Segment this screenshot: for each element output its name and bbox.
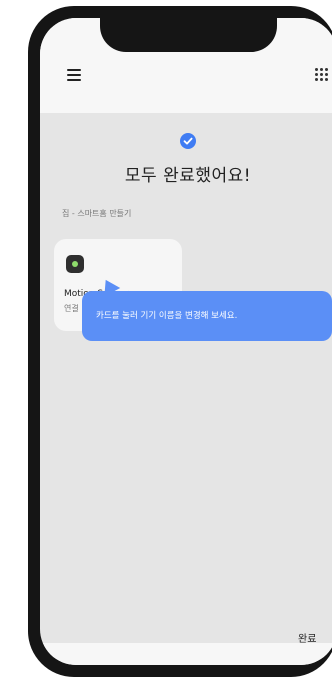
device-status: 연결 <box>64 304 79 313</box>
page-title: 모두 완료했어요! <box>124 166 252 186</box>
grid-dots-icon[interactable] <box>315 68 328 81</box>
phone-notch <box>100 18 277 52</box>
done-button[interactable]: 완료 <box>298 630 316 645</box>
hint-tooltip: 카드를 눌러 기기 이름을 변경해 보세요. <box>82 291 332 341</box>
phone-frame: 모두 완료했어요! 집 - 스마트홈 만들기 Motion Sensor 연결 … <box>28 6 332 677</box>
app-screen: 모두 완료했어요! 집 - 스마트홈 만들기 Motion Sensor 연결 … <box>40 18 332 665</box>
breadcrumb: 집 - 스마트홈 만들기 <box>62 209 132 218</box>
check-circle-icon <box>180 133 196 149</box>
bottom-bar <box>40 643 332 665</box>
motion-sensor-icon <box>66 255 84 273</box>
hamburger-menu-icon[interactable] <box>67 69 81 81</box>
